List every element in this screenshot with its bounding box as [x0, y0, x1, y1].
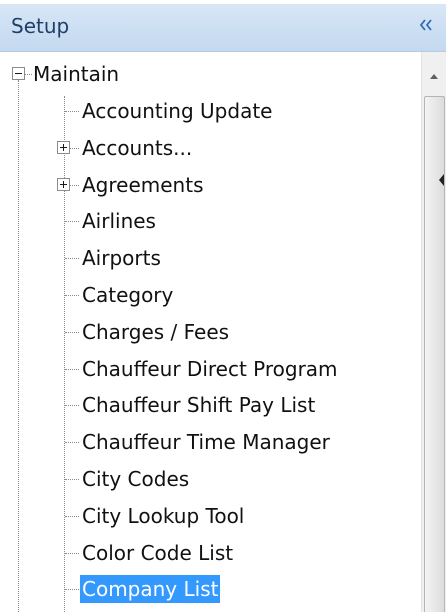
- tree-item[interactable]: Airports: [80, 244, 163, 272]
- tree-guide: [65, 553, 79, 554]
- tree-guide: [65, 405, 79, 406]
- tree-guide: [18, 80, 19, 612]
- tree-guide: [65, 111, 79, 112]
- expand-toggle[interactable]: [57, 178, 70, 191]
- tree-item[interactable]: Chauffeur Direct Program: [80, 355, 340, 383]
- tree-guide: [65, 369, 79, 370]
- tree-guide: [65, 295, 79, 296]
- setup-panel: Setup Maintain Accounting Update Accounts…: [0, 0, 446, 612]
- tree-guide: [65, 258, 79, 259]
- tree-guide: [65, 332, 79, 333]
- tree-guide: [65, 516, 79, 517]
- tree-item[interactable]: Chauffeur Shift Pay List: [80, 391, 317, 419]
- arrow-up-icon: [430, 74, 438, 79]
- tree-item[interactable]: Accounting Update: [80, 97, 274, 125]
- tree-guide: [65, 221, 79, 222]
- tree-item[interactable]: Color Code List: [80, 539, 235, 567]
- tree-guide: [65, 589, 79, 590]
- tree-item[interactable]: City Codes: [80, 465, 191, 493]
- tree-item[interactable]: Airlines: [80, 207, 158, 235]
- scroll-up-button[interactable]: [422, 52, 446, 94]
- tree-guide: [65, 442, 79, 443]
- collapse-panel-button[interactable]: [414, 12, 440, 38]
- tree-guide: [70, 148, 79, 149]
- tree-root-maintain[interactable]: Maintain: [31, 60, 121, 88]
- panel-header: Setup: [0, 4, 446, 52]
- tree-guide: [70, 185, 79, 186]
- resize-cursor-icon: [438, 170, 446, 190]
- tree-item[interactable]: Chauffeur Time Manager: [80, 428, 332, 456]
- tree-item[interactable]: Charges / Fees: [80, 318, 231, 346]
- tree-item[interactable]: Company List: [80, 575, 221, 603]
- expand-toggle[interactable]: [57, 141, 70, 154]
- tree-guide: [64, 96, 65, 612]
- vertical-scrollbar[interactable]: [421, 52, 446, 612]
- tree-guide: [65, 479, 79, 480]
- tree-item[interactable]: Accounts...: [80, 134, 194, 162]
- double-chevron-left-icon: [419, 19, 432, 31]
- tree-item[interactable]: City Lookup Tool: [80, 502, 246, 530]
- tree-item[interactable]: Category: [80, 281, 175, 309]
- panel-title: Setup: [11, 14, 70, 38]
- collapse-maintain-toggle[interactable]: [12, 67, 25, 80]
- tree-item[interactable]: Agreements: [80, 171, 206, 199]
